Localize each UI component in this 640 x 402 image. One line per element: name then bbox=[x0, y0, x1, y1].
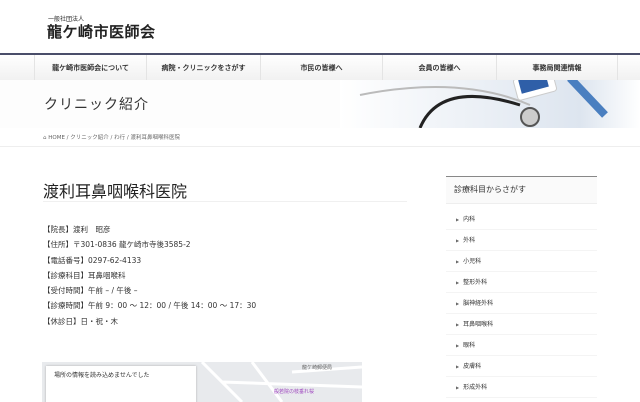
clinic-title: 渡利耳鼻咽喉科医院 bbox=[43, 182, 188, 201]
google-map[interactable]: 場所の情報を読み込めませんでした 龍ケ崎郵便局 般若院の枝垂れ桜 bbox=[42, 362, 362, 402]
breadcrumb-home[interactable]: HOME bbox=[48, 135, 65, 141]
sidebar-item-label: 小児科 bbox=[463, 258, 482, 265]
nav-item-find-clinic[interactable]: 病院・クリニックをさがす bbox=[146, 55, 260, 80]
closed-days: 【休診日】日・祝・木 bbox=[43, 316, 118, 326]
caret-right-icon: ▶ bbox=[456, 322, 460, 327]
caret-right-icon: ▶ bbox=[456, 385, 460, 390]
sidebar-item-label: 耳鼻咽喉科 bbox=[463, 321, 494, 328]
main-nav: 龍ケ崎市医師会について 病院・クリニックをさがす 市民の皆様へ 会員の皆様へ 事… bbox=[0, 53, 640, 80]
logo[interactable]: 龍ケ崎市医師会 bbox=[47, 21, 156, 42]
site-header: 一般社団法人 龍ケ崎市医師会 bbox=[0, 0, 640, 53]
sidebar-item-label: 外科 bbox=[463, 237, 476, 244]
sidebar-item-ophthalmology[interactable]: ▶ 眼科 bbox=[446, 335, 597, 356]
sidebar: 診療科目からさがす ▶ 内科 ▶ 外科 ▶ 小児科 ▶ 整形外科 ▶ 脳神経外科 ▶ 耳鼻咽… bbox=[446, 176, 597, 398]
phone: 【電話番号】0297-62-4133 bbox=[43, 255, 142, 265]
caret-right-icon: ▶ bbox=[456, 238, 460, 243]
sidebar-item-label: 形成外科 bbox=[463, 384, 488, 391]
breadcrumb: ⌂ HOME / クリニック紹介 / わ行 / 渡利耳鼻咽喉科医院 bbox=[43, 135, 181, 141]
caret-right-icon: ▶ bbox=[456, 259, 460, 264]
map-error-card: 場所の情報を読み込めませんでした bbox=[46, 366, 196, 402]
sidebar-item-orthopedics[interactable]: ▶ 整形外科 bbox=[446, 272, 597, 293]
breadcrumb-current: 渡利耳鼻咽喉科医院 bbox=[130, 135, 181, 141]
sidebar-item-dermatology[interactable]: ▶ 皮膚科 bbox=[446, 356, 597, 377]
sidebar-item-pediatrics[interactable]: ▶ 小児科 bbox=[446, 251, 597, 272]
sidebar-item-label: 眼科 bbox=[463, 342, 476, 349]
breadcrumb-clinics[interactable]: クリニック紹介 bbox=[70, 135, 109, 141]
sidebar-item-ent[interactable]: ▶ 耳鼻咽喉科 bbox=[446, 314, 597, 335]
nav-item-citizens[interactable]: 市民の皆様へ bbox=[260, 55, 382, 80]
map-label-cherry: 般若院の枝垂れ桜 bbox=[274, 389, 315, 395]
consultation-hours: 【診療時間】午前 9：00 ～ 12：00 / 午後 14：00 ～ 17：30 bbox=[43, 301, 257, 311]
nav-item-members[interactable]: 会員の皆様へ bbox=[382, 55, 496, 80]
breadcrumb-wa[interactable]: わ行 bbox=[114, 135, 125, 141]
sidebar-item-label: 整形外科 bbox=[463, 279, 488, 286]
sidebar-item-surgery[interactable]: ▶ 外科 bbox=[446, 230, 597, 251]
sidebar-item-plastic-surgery[interactable]: ▶ 形成外科 bbox=[446, 377, 597, 398]
stethoscope-image bbox=[340, 80, 640, 128]
clinic-info: 【院長】渡利 昭彦 【住所】〒301-0836 龍ケ崎市寺後3585-2 【電話… bbox=[43, 222, 256, 329]
divider bbox=[43, 201, 407, 202]
caret-right-icon: ▶ bbox=[456, 343, 460, 348]
reception-hours: 【受付時間】午前 – / 午後 – bbox=[43, 286, 138, 296]
sidebar-item-label: 脳神経外科 bbox=[463, 300, 494, 307]
nav-item-about[interactable]: 龍ケ崎市医師会について bbox=[34, 55, 146, 80]
caret-right-icon: ▶ bbox=[456, 301, 460, 306]
divider bbox=[0, 146, 640, 147]
nav-item-office[interactable]: 事務局関連情報 bbox=[496, 55, 618, 80]
map-label-post-office: 龍ケ崎郵便局 bbox=[302, 365, 333, 371]
caret-right-icon: ▶ bbox=[456, 280, 460, 285]
sidebar-item-label: 内科 bbox=[463, 216, 476, 223]
page-title: クリニック紹介 bbox=[44, 97, 149, 113]
caret-right-icon: ▶ bbox=[456, 364, 460, 369]
sidebar-title: 診療科目からさがす bbox=[446, 176, 597, 204]
address: 【住所】〒301-0836 龍ケ崎市寺後3585-2 bbox=[43, 240, 191, 250]
sidebar-item-neurosurgery[interactable]: ▶ 脳神経外科 bbox=[446, 293, 597, 314]
sidebar-item-label: 皮膚科 bbox=[463, 363, 482, 370]
director: 【院長】渡利 昭彦 bbox=[43, 225, 111, 234]
page-banner: クリニック紹介 bbox=[0, 80, 640, 128]
caret-right-icon: ▶ bbox=[456, 217, 460, 222]
departments: 【診療科目】耳鼻咽喉科 bbox=[43, 270, 126, 280]
home-icon: ⌂ bbox=[43, 135, 47, 141]
sidebar-item-internal[interactable]: ▶ 内科 bbox=[446, 209, 597, 230]
